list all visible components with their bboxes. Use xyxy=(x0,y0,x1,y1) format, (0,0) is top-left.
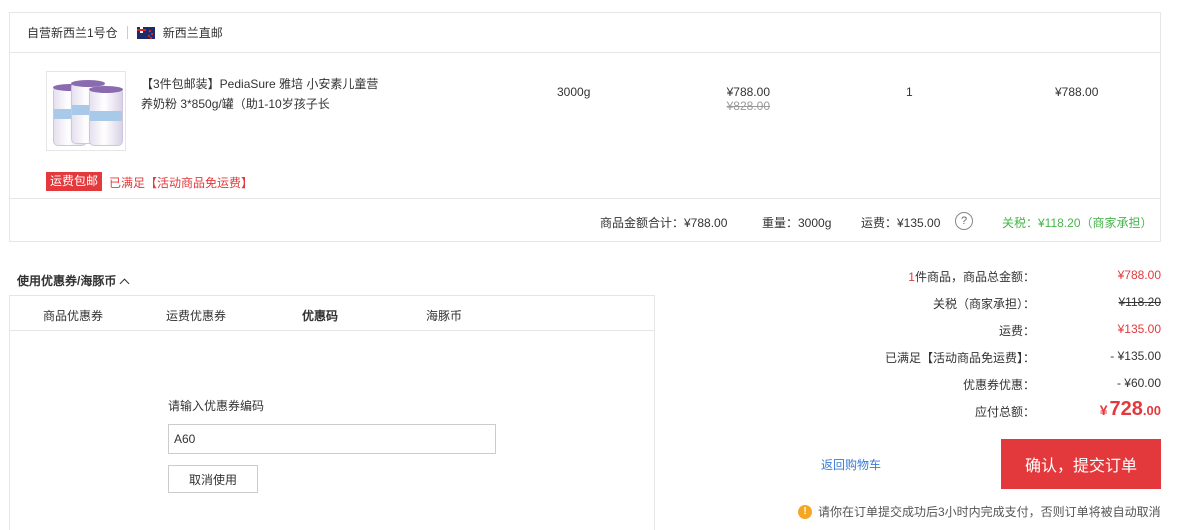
coupon-code-label: 请输入优惠券编码 xyxy=(168,399,265,413)
new-zealand-flag-icon xyxy=(136,26,155,39)
goods-total: 商品金额合计：¥788.00 xyxy=(600,216,728,230)
cancel-coupon-button[interactable]: 取消使用 xyxy=(168,465,258,493)
total-weight: 重量：3000g xyxy=(762,216,832,230)
payable-label: 应付总额： xyxy=(974,405,1035,419)
tax-label: 关税（商家承担）： xyxy=(932,297,1035,311)
order-box: 自营新西兰1号仓 新西兰直邮 【3件包邮装】PediaSure 雅培 小安素儿童… xyxy=(9,12,1161,242)
freight-label: 运费： xyxy=(998,324,1035,338)
freight-amount: 运费：¥135.00 xyxy=(861,216,941,230)
tax-value: ¥118.20 xyxy=(1118,295,1162,309)
product-image[interactable] xyxy=(46,71,126,151)
tab-freight-coupon[interactable]: 运费优惠券 xyxy=(166,307,226,324)
original-price: ¥828.00 xyxy=(726,99,770,113)
order-summary-row: 商品金额合计：¥788.00 重量：3000g 运费：¥135.00 ? 关税：… xyxy=(10,198,1160,243)
freight-value: ¥135.00 xyxy=(1117,322,1161,336)
product-title-link[interactable]: 【3件包邮装】PediaSure 雅培 小安素儿童营养奶粉 3*850g/罐（助… xyxy=(141,74,381,114)
coupon-section-toggle[interactable]: 使用优惠券/海豚币 xyxy=(17,272,130,289)
free-shipping-badge: 运费包邮 xyxy=(46,172,103,191)
tab-product-coupon[interactable]: 商品优惠券 xyxy=(43,307,103,324)
goods-total-value: ¥788.00 xyxy=(1117,268,1161,282)
coupon-tabs: 商品优惠券 运费优惠券 优惠码 海豚币 xyxy=(10,296,654,331)
coupon-code-input[interactable] xyxy=(168,424,496,454)
free-shipping-note: 已满足【活动商品免运费】 xyxy=(109,176,254,190)
freight-free-label: 已满足【活动商品免运费】： xyxy=(884,351,1035,365)
payable-total: ¥728.00 xyxy=(1099,398,1161,420)
tax-amount: 关税：¥118.20（商家承担） xyxy=(1002,216,1153,230)
product-weight: 3000g xyxy=(557,85,591,99)
product-price: ¥788.00 ¥828.00 xyxy=(720,85,770,113)
freight-free-value: - ¥135.00 xyxy=(1110,349,1161,363)
submit-order-button[interactable]: 确认，提交订单 xyxy=(1001,439,1161,489)
back-to-cart-link[interactable]: 返回购物车 xyxy=(821,456,881,473)
coupon-panel: 商品优惠券 运费优惠券 优惠码 海豚币 请输入优惠券编码 取消使用 xyxy=(9,295,655,530)
tab-dolphin-coins[interactable]: 海豚币 xyxy=(426,307,462,324)
help-icon[interactable]: ? xyxy=(955,212,973,230)
current-price: ¥788.00 xyxy=(726,85,770,99)
warning-icon: ! xyxy=(798,504,812,519)
coupon-discount-value: - ¥60.00 xyxy=(1116,376,1161,390)
product-quantity: 1 xyxy=(906,85,913,99)
payment-warning: ! 请你在订单提交成功后3小时内完成支付，否则订单将被自动取消 xyxy=(798,503,1161,520)
product-subtotal: ¥788.00 xyxy=(1055,85,1099,99)
shop-header: 自营新西兰1号仓 新西兰直邮 xyxy=(10,13,1160,53)
coupon-discount-label: 优惠券优惠： xyxy=(962,378,1035,392)
tab-coupon-code[interactable]: 优惠码 xyxy=(302,307,338,324)
chevron-up-icon xyxy=(119,278,130,289)
payment-warning-text: 请你在订单提交成功后3小时内完成支付，否则订单将被自动取消 xyxy=(818,505,1161,519)
origin-label: 新西兰直邮 xyxy=(162,26,223,40)
warehouse-label: 自营新西兰1号仓 xyxy=(27,26,118,40)
goods-total-label: 1件商品，商品总金额： xyxy=(908,270,1035,284)
divider xyxy=(126,26,128,39)
coupon-section-title: 使用优惠券/海豚币 xyxy=(17,274,117,288)
